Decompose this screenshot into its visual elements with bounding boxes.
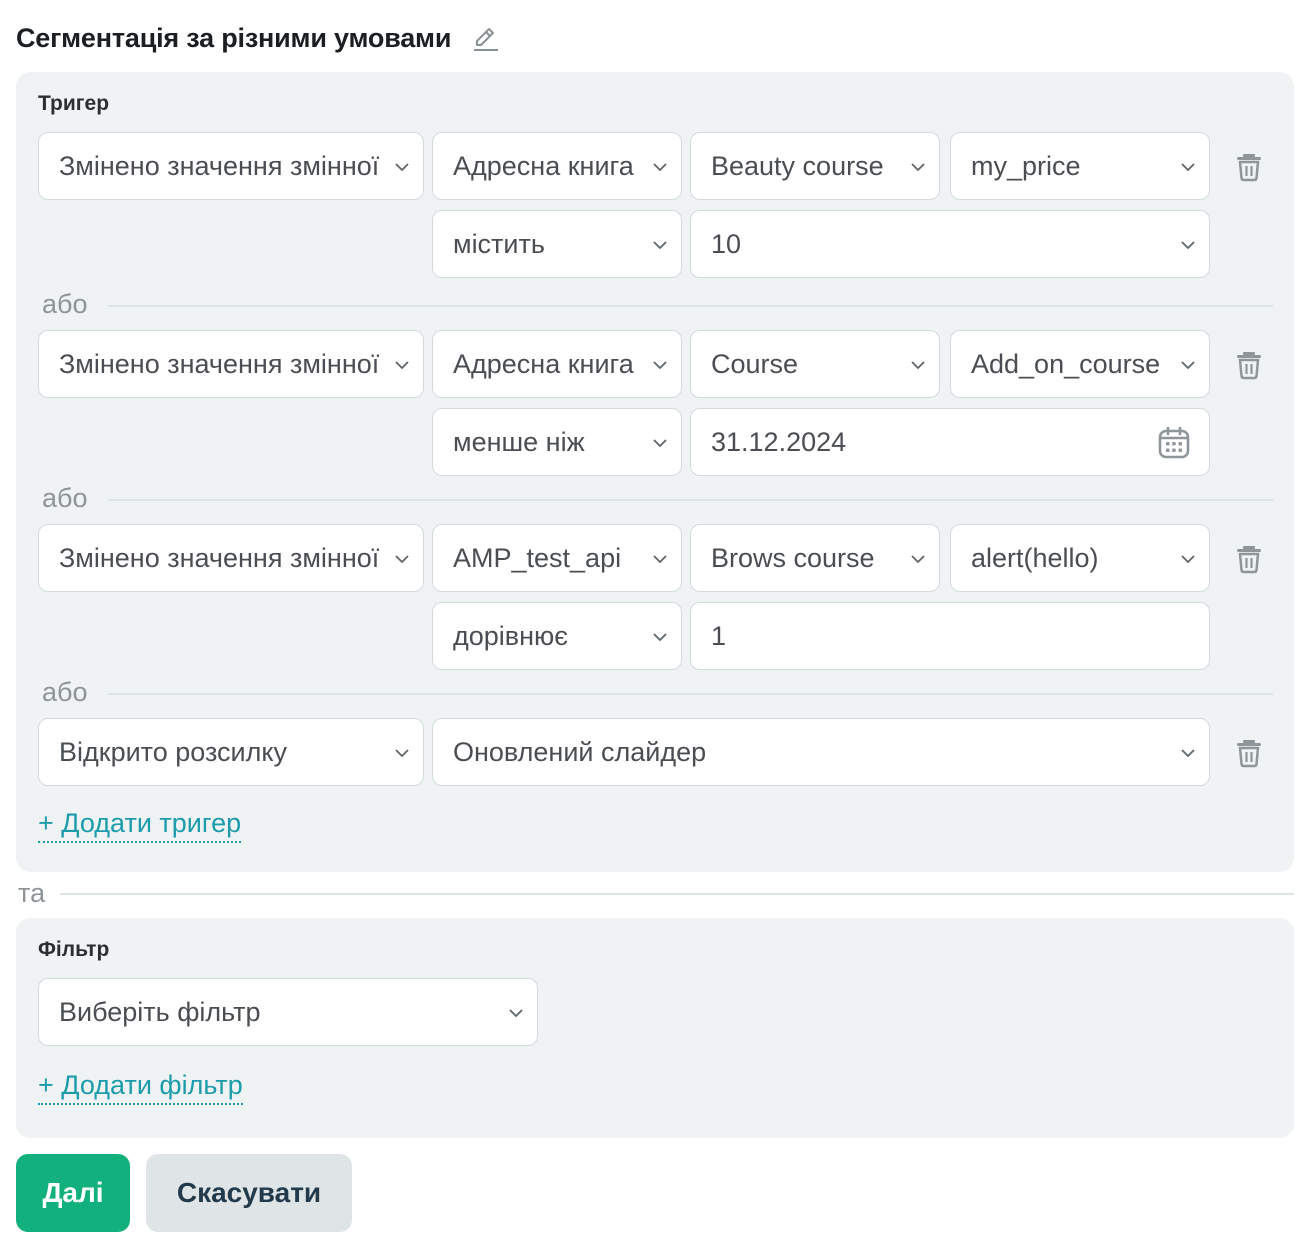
cancel-button[interactable]: Скасувати: [146, 1154, 352, 1232]
trash-icon[interactable]: [1234, 542, 1264, 574]
chevron-down-icon: [653, 241, 667, 250]
filter-select[interactable]: Виберіть фільтр: [38, 978, 538, 1046]
chevron-down-icon: [1181, 361, 1195, 370]
trash-icon[interactable]: [1234, 736, 1264, 768]
filter-select-placeholder: Виберіть фільтр: [59, 996, 261, 1027]
trigger-3-type-select[interactable]: Змінено значення змінної: [38, 524, 424, 592]
trigger-panel: Тригер Змінено значення змінної Адресна …: [16, 72, 1294, 872]
filter-panel: Фільтр Виберіть фільтр + Додати фільтр: [16, 918, 1294, 1138]
chevron-down-icon: [653, 633, 667, 642]
trigger-3-variable-value: alert(hello): [971, 542, 1099, 573]
or-separator-label: або: [42, 677, 88, 707]
trigger-1-operator-select[interactable]: містить: [432, 210, 682, 278]
or-separator-line: [108, 499, 1273, 501]
chevron-down-icon: [1181, 163, 1195, 172]
trigger-1-value-select[interactable]: 10: [690, 210, 1210, 278]
trigger-4-campaign-value: Оновлений слайдер: [453, 736, 707, 767]
pencil-icon[interactable]: [471, 23, 501, 53]
and-separator-line: [60, 893, 1294, 895]
filter-section-label: Фільтр: [38, 938, 110, 961]
chevron-down-icon: [1181, 555, 1195, 564]
trigger-2-variable-value: Add_on_course: [971, 348, 1161, 379]
next-button[interactable]: Далі: [16, 1154, 130, 1232]
trigger-2-date-value: 31.12.2024: [711, 426, 847, 457]
trigger-2-book-select[interactable]: Course: [690, 330, 940, 398]
trigger-1-book-value: Beauty course: [711, 150, 884, 181]
or-separator-line: [108, 693, 1273, 695]
chevron-down-icon: [911, 555, 925, 564]
trigger-2-operator-value: менше ніж: [453, 426, 585, 457]
trigger-4-campaign-select[interactable]: Оновлений слайдер: [432, 718, 1210, 786]
trigger-3-source-value: AMP_test_api: [453, 542, 622, 573]
add-trigger-link[interactable]: + Додати тригер: [38, 808, 242, 843]
trigger-3-source-select[interactable]: AMP_test_api: [432, 524, 682, 592]
or-separator-label: або: [42, 289, 88, 319]
trigger-2-source-select[interactable]: Адресна книга: [432, 330, 682, 398]
trigger-1-source-select[interactable]: Адресна книга: [432, 132, 682, 200]
trigger-4-type-value: Відкрито розсилку: [59, 736, 288, 767]
chevron-down-icon: [653, 555, 667, 564]
trigger-1-variable-value: my_price: [971, 150, 1081, 181]
trigger-1-operator-value: містить: [453, 228, 545, 259]
trigger-3-operator-value: дорівнює: [453, 620, 569, 651]
chevron-down-icon: [395, 361, 409, 370]
or-separator-line: [108, 305, 1273, 307]
trigger-3-type-value: Змінено значення змінної: [59, 542, 380, 573]
page-title: Сегментація за різними умовами: [16, 22, 452, 53]
trigger-2-source-value: Адресна книга: [453, 348, 634, 379]
trigger-1-book-select[interactable]: Beauty course: [690, 132, 940, 200]
chevron-down-icon: [509, 1009, 523, 1018]
trigger-2-variable-select[interactable]: Add_on_course: [950, 330, 1210, 398]
trigger-2-book-value: Course: [711, 348, 799, 379]
chevron-down-icon: [395, 555, 409, 564]
trigger-1-value: 10: [711, 228, 742, 259]
trigger-3-book-select[interactable]: Brows course: [690, 524, 940, 592]
trigger-2-type-value: Змінено значення змінної: [59, 348, 380, 379]
trigger-1-source-value: Адресна книга: [453, 150, 634, 181]
page-header: Сегментація за різними умовами: [16, 18, 501, 58]
trigger-3-value-input[interactable]: 1: [690, 602, 1210, 670]
add-filter-link[interactable]: + Додати фільтр: [38, 1070, 243, 1105]
trigger-1-variable-select[interactable]: my_price: [950, 132, 1210, 200]
chevron-down-icon: [653, 163, 667, 172]
calendar-icon[interactable]: [1157, 426, 1191, 460]
trash-icon[interactable]: [1234, 348, 1264, 380]
chevron-down-icon: [911, 361, 925, 370]
trigger-3-operator-select[interactable]: дорівнює: [432, 602, 682, 670]
chevron-down-icon: [395, 749, 409, 758]
chevron-down-icon: [653, 439, 667, 448]
and-separator-label: та: [18, 878, 46, 908]
trigger-4-type-select[interactable]: Відкрито розсилку: [38, 718, 424, 786]
trigger-section-label: Тригер: [38, 92, 110, 115]
trigger-2-date-input[interactable]: 31.12.2024: [690, 408, 1210, 476]
chevron-down-icon: [395, 163, 409, 172]
trigger-1-type-select[interactable]: Змінено значення змінної: [38, 132, 424, 200]
or-separator-label: або: [42, 483, 88, 513]
trigger-2-type-select[interactable]: Змінено значення змінної: [38, 330, 424, 398]
trigger-2-operator-select[interactable]: менше ніж: [432, 408, 682, 476]
chevron-down-icon: [1181, 241, 1195, 250]
chevron-down-icon: [911, 163, 925, 172]
trigger-1-type-value: Змінено значення змінної: [59, 150, 380, 181]
trigger-3-book-value: Brows course: [711, 542, 875, 573]
trigger-3-variable-select[interactable]: alert(hello): [950, 524, 1210, 592]
chevron-down-icon: [1181, 749, 1195, 758]
chevron-down-icon: [653, 361, 667, 370]
trigger-3-value: 1: [711, 620, 727, 651]
trash-icon[interactable]: [1234, 150, 1264, 182]
